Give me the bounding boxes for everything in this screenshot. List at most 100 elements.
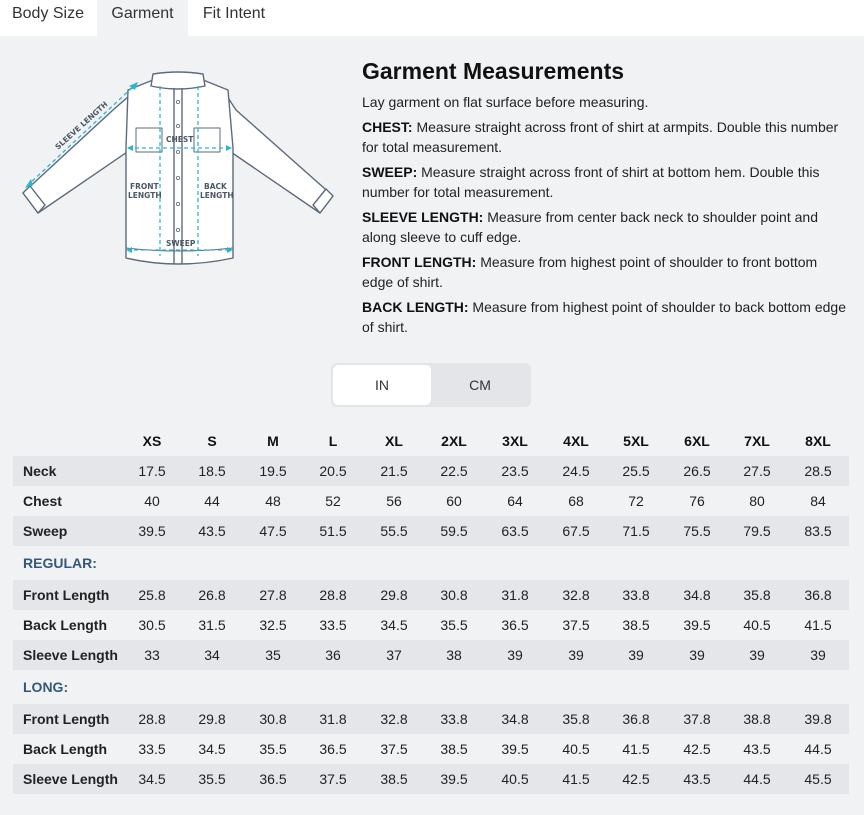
front-length-label-1: FRONT <box>130 182 160 191</box>
table-cell: 44 <box>204 493 220 509</box>
size-header-cell: 5XL <box>623 433 649 449</box>
table-cell: 43.5 <box>683 771 711 787</box>
table-cell: 39 <box>507 647 523 663</box>
table-cell: 75.5 <box>683 523 711 539</box>
table-cell: 26.5 <box>683 463 711 479</box>
size-header-cell: XL <box>385 433 403 449</box>
table-cell: 39.5 <box>501 741 529 757</box>
table-cell: 41.5 <box>622 741 650 757</box>
row-label: Front Length <box>23 587 110 603</box>
table-row: Front Length 28.8 29.8 30.8 31.8 32.8 33.8 34.8… <box>13 704 849 734</box>
row-label: Sleeve Length <box>23 647 118 663</box>
table-cell: 32.8 <box>380 711 408 727</box>
table-cell: 83.5 <box>804 523 832 539</box>
table-cell: 44.5 <box>804 741 832 757</box>
table-cell: 39 <box>628 647 644 663</box>
table-cell: 39.5 <box>440 771 468 787</box>
table-cell: 33.8 <box>622 587 650 603</box>
tab-body-size[interactable]: Body Size <box>0 0 96 36</box>
sleeve-length-instruction: SLEEVE LENGTH: Measure from center back … <box>362 209 818 245</box>
chest-label: CHEST <box>166 135 194 144</box>
table-cell: 38.8 <box>743 711 771 727</box>
row-label: Back Length <box>23 617 108 633</box>
table-cell: 36.5 <box>319 741 347 757</box>
table-cell: 34.8 <box>683 587 711 603</box>
row-label: Chest <box>23 493 62 509</box>
table-cell: 42.5 <box>683 741 711 757</box>
unit-in-button[interactable]: IN <box>333 365 431 405</box>
table-cell: 23.5 <box>501 463 529 479</box>
section-label: REGULAR: <box>23 555 97 571</box>
table-cell: 37.5 <box>319 771 347 787</box>
table-cell: 51.5 <box>319 523 347 539</box>
front-length-instruction: FRONT LENGTH: Measure from highest point… <box>362 254 818 290</box>
table-cell: 26.8 <box>198 587 226 603</box>
table-cell: 43.5 <box>743 741 771 757</box>
shirt-diagram: SLEEVE LENGTH CHEST FRONT LENGTH BACK LE… <box>22 71 334 265</box>
table-cell: 56 <box>386 493 402 509</box>
table-cell: 45.5 <box>804 771 832 787</box>
table-cell: 20.5 <box>319 463 347 479</box>
size-header-cell: 7XL <box>744 433 770 449</box>
table-cell: 67.5 <box>562 523 590 539</box>
table-cell: 80 <box>749 493 765 509</box>
row-label: Sleeve Length <box>23 771 118 787</box>
table-row: Back Length 30.5 31.5 32.5 33.5 34.5 35.5 36.5 3… <box>13 610 849 640</box>
table-cell: 40.5 <box>501 771 529 787</box>
table-cell: 64 <box>507 493 523 509</box>
table-cell: 76 <box>689 493 705 509</box>
tab-fit-intent[interactable]: Fit Intent <box>188 0 280 36</box>
intro-text: Lay garment on flat surface before measu… <box>362 94 649 110</box>
table-cell: 30.5 <box>138 617 166 633</box>
table-cell: 33.5 <box>319 617 347 633</box>
table-cell: 34 <box>204 647 220 663</box>
unit-toggle: IN CM <box>331 363 531 407</box>
table-cell: 38 <box>446 647 462 663</box>
table-cell: 40.5 <box>562 741 590 757</box>
row-label: Back Length <box>23 741 108 757</box>
table-cell: 59.5 <box>440 523 468 539</box>
table-cell: 44.5 <box>743 771 771 787</box>
table-cell: 38.5 <box>440 741 468 757</box>
size-header-cell: 4XL <box>563 433 589 449</box>
table-cell: 55.5 <box>380 523 408 539</box>
table-cell: 37.8 <box>683 711 711 727</box>
table-cell: 33.5 <box>138 741 166 757</box>
table-cell: 39 <box>810 647 826 663</box>
size-header-cell: S <box>207 433 217 449</box>
table-cell: 63.5 <box>501 523 529 539</box>
table-cell: 36.5 <box>501 617 529 633</box>
size-header-cell: L <box>328 433 338 449</box>
table-cell: 32.8 <box>562 587 590 603</box>
table-cell: 36 <box>325 647 341 663</box>
table-cell: 34.5 <box>198 741 226 757</box>
table-cell: 33 <box>144 647 160 663</box>
unit-cm-button[interactable]: CM <box>431 365 529 405</box>
sweep-instruction: SWEEP: Measure straight across front of … <box>362 164 820 200</box>
table-cell: 39.5 <box>138 523 166 539</box>
sweep-label: SWEEP <box>166 239 196 248</box>
table-cell: 35.8 <box>743 587 771 603</box>
size-header-cell: 3XL <box>502 433 528 449</box>
table-cell: 35.8 <box>562 711 590 727</box>
table-cell: 35.5 <box>198 771 226 787</box>
table-cell: 38.5 <box>380 771 408 787</box>
table-cell: 17.5 <box>138 463 166 479</box>
tab-garment[interactable]: Garment <box>97 0 188 36</box>
size-header-cell: 6XL <box>684 433 710 449</box>
table-cell: 34.8 <box>501 711 529 727</box>
size-header-cell: M <box>267 433 279 449</box>
table-cell: 41.5 <box>804 617 832 633</box>
table-cell: 35 <box>265 647 281 663</box>
table-cell: 39.8 <box>804 711 832 727</box>
back-length-label-2: LENGTH <box>200 191 234 200</box>
table-cell: 25.5 <box>622 463 650 479</box>
table-cell: 41.5 <box>562 771 590 787</box>
table-cell: 36.8 <box>804 587 832 603</box>
table-cell: 31.5 <box>198 617 226 633</box>
size-chart-tabs: Body Size Garment Fit Intent <box>0 0 864 36</box>
table-cell: 27.5 <box>743 463 771 479</box>
page-title: Garment Measurements <box>362 58 625 84</box>
front-length-label-2: LENGTH <box>128 191 162 200</box>
table-cell: 52 <box>325 493 341 509</box>
